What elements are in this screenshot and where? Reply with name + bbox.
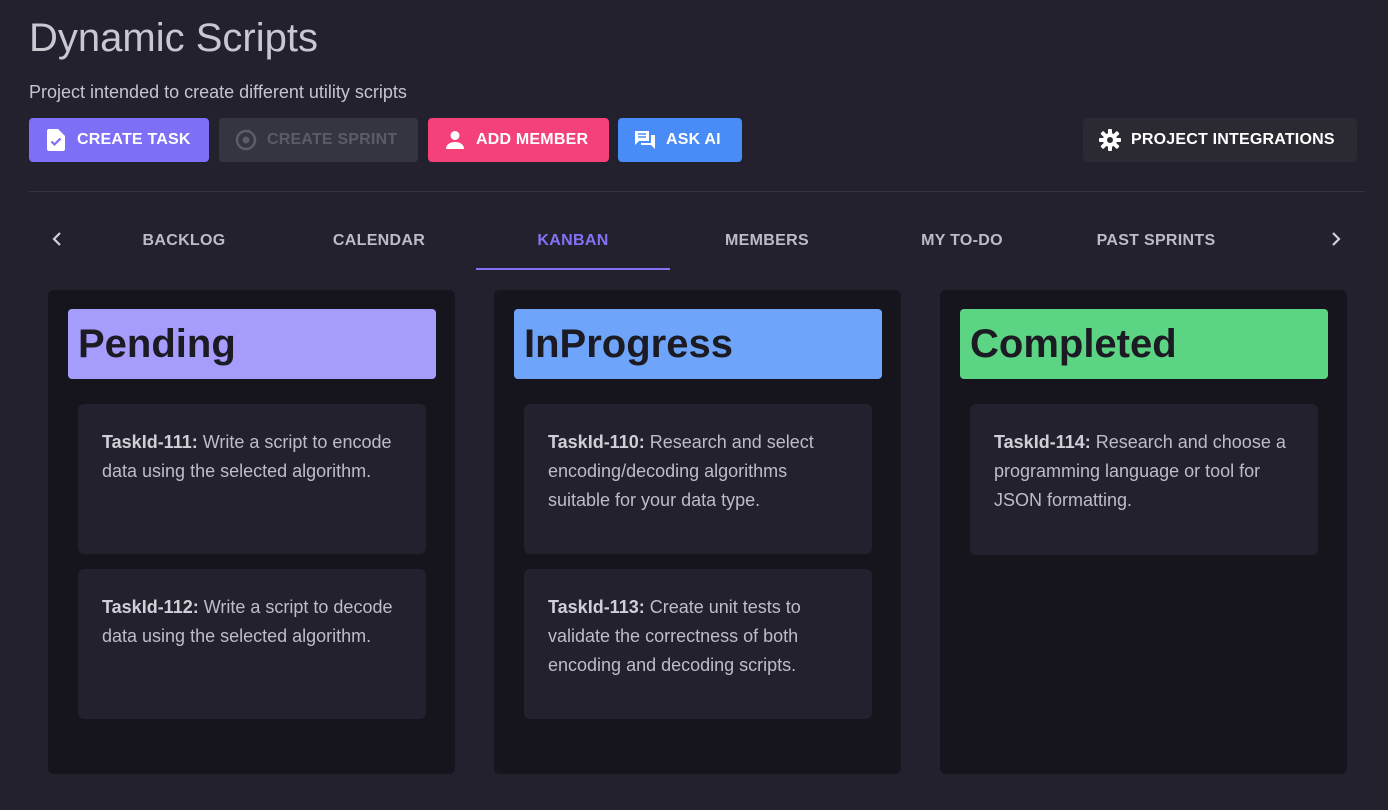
kanban-column-pending: Pending TaskId-111: Write a script to en… [48,290,455,774]
column-header-inprogress: InProgress [514,309,882,379]
chevron-left-icon [52,231,62,251]
task-card[interactable]: TaskId-114: Research and choose a progra… [970,404,1318,555]
header-divider [29,191,1365,192]
gear-icon [1099,129,1121,151]
task-id: TaskId-112: [102,597,199,617]
task-card[interactable]: TaskId-112: Write a script to decode dat… [78,569,426,719]
tab-members[interactable]: MEMBERS [670,212,864,270]
person-icon [444,129,466,151]
task-id: TaskId-113: [548,597,645,617]
column-header-pending: Pending [68,309,436,379]
create-sprint-button[interactable]: CREATE SPRINT [219,118,418,162]
create-task-label: CREATE TASK [77,131,191,148]
task-card[interactable]: TaskId-110: Research and select encoding… [524,404,872,554]
tab-my-todo[interactable]: MY TO-DO [865,212,1059,270]
task-card[interactable]: TaskId-111: Write a script to encode dat… [78,404,426,554]
create-task-button[interactable]: CREATE TASK [29,118,209,162]
tab-kanban[interactable]: KANBAN [476,212,670,270]
kanban-column-inprogress: InProgress TaskId-110: Research and sele… [494,290,901,774]
task-id: TaskId-110: [548,432,645,452]
task-id: TaskId-114: [994,432,1091,452]
task-card[interactable]: TaskId-113: Create unit tests to validat… [524,569,872,719]
tab-past-sprints[interactable]: PAST SPRINTS [1059,212,1253,270]
chat-bubbles-icon [634,129,656,151]
tabs-scroll-left-button[interactable] [42,226,72,256]
kanban-column-completed: Completed TaskId-114: Research and choos… [940,290,1347,774]
ask-ai-button[interactable]: ASK AI [618,118,742,162]
task-id: TaskId-111: [102,432,198,452]
add-member-label: ADD MEMBER [476,131,589,148]
sprint-cycle-icon [235,129,257,151]
active-tab-indicator [476,268,670,270]
task-file-icon [45,129,67,151]
project-title: Dynamic Scripts [29,16,318,60]
project-integrations-label: PROJECT INTEGRATIONS [1131,131,1335,148]
chevron-right-icon [1331,231,1341,251]
tabs-scroll-right-button[interactable] [1321,226,1351,256]
create-sprint-label: CREATE SPRINT [267,131,398,148]
column-header-completed: Completed [960,309,1328,379]
view-tabs: BACKLOG CALENDAR KANBAN MEMBERS MY TO-DO… [29,212,1365,270]
tab-calendar[interactable]: CALENDAR [282,212,476,270]
tab-backlog[interactable]: BACKLOG [87,212,281,270]
ask-ai-label: ASK AI [666,131,721,148]
project-integrations-button[interactable]: PROJECT INTEGRATIONS [1083,118,1357,162]
add-member-button[interactable]: ADD MEMBER [428,118,609,162]
project-description: Project intended to create different uti… [29,82,407,102]
